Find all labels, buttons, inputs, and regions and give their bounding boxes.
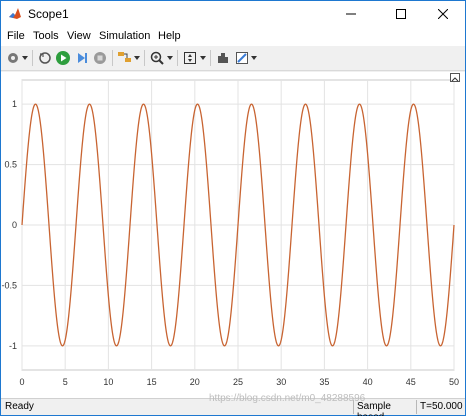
y-tick-label: -0.5 [1,280,17,290]
cursor-measure-icon [218,53,228,63]
zoom-in-button[interactable] [149,50,165,66]
x-tick-label: 10 [103,377,113,387]
menu-help[interactable]: Help [158,30,181,42]
x-tick-label: 5 [63,377,68,387]
scale-axes-button[interactable] [182,50,198,66]
window-title: Scope1 [28,7,69,21]
restore-button[interactable] [37,50,53,66]
x-tick-label: 30 [276,377,286,387]
zoom-in-icon [150,51,164,65]
run-icon [56,51,70,65]
menu-tools[interactable]: Tools [33,30,59,42]
x-tick-label: 15 [147,377,157,387]
scope-plot[interactable]: 0 5 10 15 20 25 30 35 40 45 50 1 0.5 0 -0.5 -1 [1,72,465,398]
x-tick-label: 40 [363,377,373,387]
settings-icon [8,53,18,63]
matlab-logo-icon [9,8,21,19]
scope-plot-area: 0 5 10 15 20 25 30 35 40 45 50 1 0.5 0 -0.5 -1 [1,72,465,398]
menu-file[interactable]: File [7,30,25,42]
y-tick-label: 1 [12,99,17,109]
maximize-button[interactable] [379,1,423,27]
stop-icon [94,52,106,64]
zoom-dropdown-icon[interactable] [167,55,173,61]
watermark-text: https://blog.csdn.net/m0_48288596 [209,393,366,404]
style-icon [236,52,248,64]
x-tick-label: 35 [319,377,329,387]
status-ready: Ready [5,401,34,412]
menu-view[interactable]: View [67,30,91,42]
toolbar-separator [32,50,33,66]
toolbar [1,46,465,71]
x-tick-label: 50 [449,377,459,387]
undock-icon [451,77,459,82]
close-icon [438,9,448,19]
y-tick-label: 0.5 [4,160,17,170]
highlight-button[interactable] [117,50,133,66]
scale-axes-icon [184,52,196,64]
maximize-icon [396,9,406,19]
highlight-dropdown-icon[interactable] [134,55,140,61]
toolbar-separator [112,50,113,66]
title-bar: Scope1 [1,1,465,27]
toolbar-separator [210,50,211,66]
x-tick-label: 20 [190,377,200,387]
scope-window: Scope1 File Tools View Simulation Help 0… [0,0,466,416]
style-button[interactable] [234,50,250,66]
menu-bar: File Tools View Simulation Help [1,27,465,46]
cursor-measure-button[interactable] [215,50,231,66]
stop-button[interactable] [92,50,108,66]
step-forward-button[interactable] [74,50,90,66]
toolbar-separator [144,50,145,66]
menu-simulation[interactable]: Simulation [99,30,150,42]
close-button[interactable] [421,1,465,27]
scale-dropdown-icon[interactable] [200,55,206,61]
y-tick-label: 0 [12,220,17,230]
undock-button[interactable] [450,73,460,82]
toolbar-separator [177,50,178,66]
step-forward-icon [78,53,87,63]
y-tick-label: -1 [9,341,17,351]
highlight-icon [118,52,131,62]
status-time: T=50.000 [416,400,465,414]
style-dropdown-icon[interactable] [251,55,257,61]
x-tick-label: 0 [19,377,24,387]
run-button[interactable] [55,50,71,66]
x-tick-label: 25 [233,377,243,387]
minimize-icon [346,13,356,15]
restore-icon [39,52,51,64]
settings-dropdown-icon[interactable] [22,55,28,61]
minimize-button[interactable] [329,1,373,27]
settings-button[interactable] [5,50,21,66]
x-tick-label: 45 [406,377,416,387]
